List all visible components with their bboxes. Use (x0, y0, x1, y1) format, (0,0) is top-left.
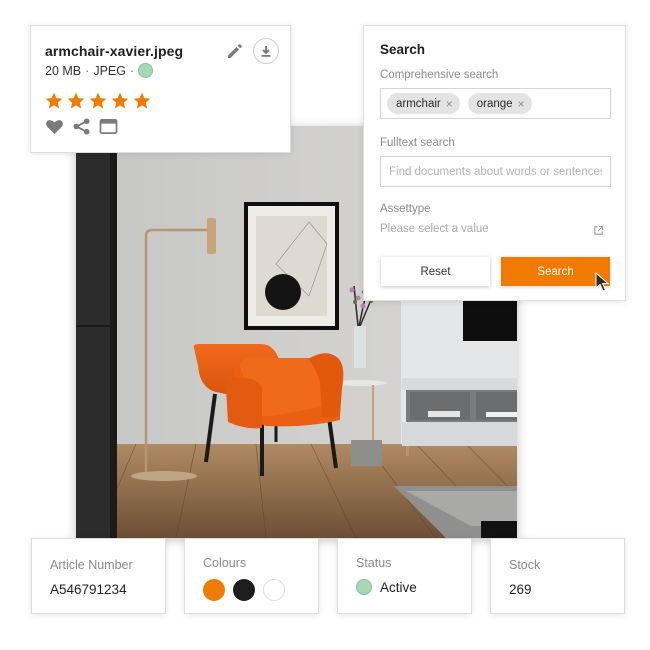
chip-label: armchair (396, 97, 441, 110)
comprehensive-search-label: Comprehensive search (380, 69, 499, 81)
article-number-card: Article Number A546791234 (31, 538, 166, 614)
download-icon[interactable] (253, 38, 279, 64)
colour-swatch-white[interactable] (263, 579, 285, 601)
fulltext-search-input[interactable] (381, 157, 610, 186)
search-chip: armchair × (387, 93, 460, 114)
search-title: Search (380, 42, 426, 57)
search-chip: orange × (467, 93, 532, 114)
stock-value: 269 (509, 582, 532, 597)
meta-separator: · (129, 63, 135, 78)
chip-list: armchair × orange × (381, 89, 610, 118)
window-icon[interactable] (99, 118, 118, 135)
article-number-label: Article Number (50, 558, 133, 572)
star-icon[interactable] (66, 91, 86, 111)
chip-remove-icon[interactable]: × (518, 98, 525, 110)
status-dot (356, 579, 372, 595)
fulltext-search-field (380, 156, 611, 187)
reset-button[interactable]: Reset (381, 257, 490, 286)
asset-meta: 20 MB · JPEG · (45, 63, 154, 78)
meta-separator: · (85, 63, 90, 78)
edit-icon[interactable] (225, 41, 245, 61)
assettype-label: Assettype (380, 203, 431, 215)
comprehensive-search-input[interactable]: armchair × orange × (380, 88, 611, 119)
asset-actions (45, 118, 118, 135)
status-badge: Active (356, 579, 417, 595)
colour-swatches (203, 579, 285, 601)
star-icon[interactable] (132, 91, 152, 111)
asset-size: 20 MB (45, 63, 82, 78)
rating-stars (44, 91, 152, 111)
stock-card: Stock 269 (490, 538, 625, 614)
chip-remove-icon[interactable]: × (446, 98, 453, 110)
colour-swatch-orange[interactable] (203, 579, 225, 601)
fulltext-search-label: Fulltext search (380, 137, 455, 149)
status-value: Active (380, 579, 417, 595)
search-button[interactable]: Search (501, 257, 610, 286)
assettype-select[interactable]: Please select a value (380, 223, 489, 235)
external-link-icon[interactable] (593, 223, 604, 235)
asset-status-dot (138, 63, 154, 78)
colours-card: Colours (184, 538, 319, 614)
asset-format: JPEG (93, 63, 126, 78)
article-number-value: A546791234 (50, 582, 127, 597)
search-panel: Search Comprehensive search armchair × o… (363, 25, 626, 301)
asset-card: armchair-xavier.jpeg 20 MB · JPEG · (30, 25, 291, 153)
colour-swatch-black[interactable] (233, 579, 255, 601)
heart-icon[interactable] (45, 118, 64, 135)
colours-label: Colours (203, 556, 247, 570)
status-label: Status (356, 556, 392, 570)
star-icon[interactable] (110, 91, 130, 111)
share-icon[interactable] (72, 118, 91, 135)
stock-label: Stock (509, 558, 541, 572)
star-icon[interactable] (44, 91, 64, 111)
status-card: Status Active (337, 538, 472, 614)
chip-label: orange (476, 97, 513, 110)
asset-filename: armchair-xavier.jpeg (45, 43, 184, 59)
star-icon[interactable] (88, 91, 108, 111)
